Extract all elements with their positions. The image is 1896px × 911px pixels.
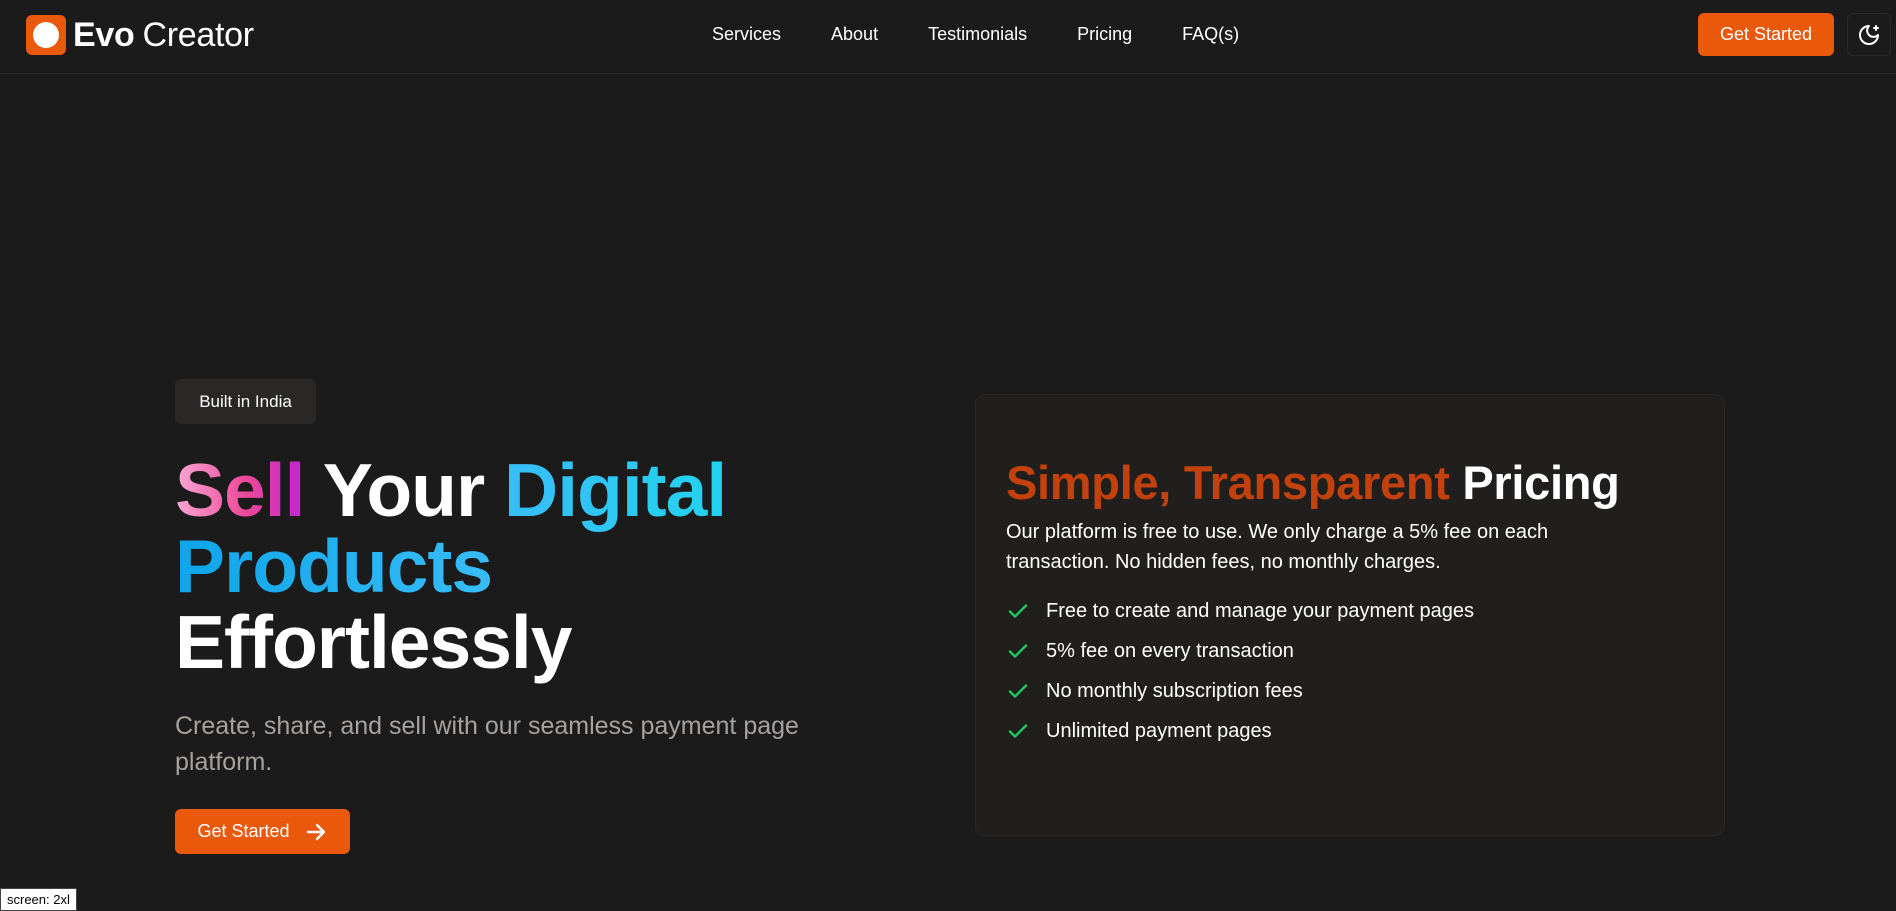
hero-cta-label: Get Started	[197, 821, 290, 841]
feature-text: Unlimited payment pages	[1046, 719, 1272, 742]
check-icon	[1008, 724, 1028, 738]
screen-size-indicator: screen: 2xl	[0, 888, 77, 911]
brand-name: Evo Creator	[73, 16, 254, 55]
theme-toggle-button[interactable]	[1847, 13, 1891, 56]
check-icon	[1008, 604, 1028, 618]
nav-link-testimonials[interactable]: Testimonials	[928, 24, 1027, 45]
list-item: No monthly subscription fees	[1006, 671, 1474, 711]
pricing-title-accent: Simple, Transparent	[1006, 456, 1450, 509]
moon-stars-icon	[1859, 24, 1879, 45]
arrow-right-icon	[306, 823, 325, 840]
feature-text: 5% fee on every transaction	[1046, 639, 1294, 662]
brand-name-regular: Creator	[142, 15, 254, 54]
nav-link-pricing[interactable]: Pricing	[1077, 24, 1132, 45]
hero-title: Sell Your Digital Products Effortlessly	[175, 452, 895, 680]
nav-link-faqs[interactable]: FAQ(s)	[1182, 24, 1239, 45]
pricing-description: Our platform is free to use. We only cha…	[1006, 521, 1549, 573]
nav-link-about[interactable]: About	[831, 24, 878, 45]
top-navbar: Evo Creator Services About Testimonials P…	[0, 0, 1896, 74]
pricing-title: Simple, Transparent Pricing	[1006, 455, 1620, 510]
check-icon	[1008, 644, 1028, 658]
get-started-button[interactable]: Get Started	[1698, 13, 1834, 56]
pricing-feature-list: Free to create and manage your payment p…	[1006, 591, 1474, 751]
hero-title-word-sell: Sell	[175, 448, 305, 532]
built-in-india-badge: Built in India	[175, 379, 316, 424]
pricing-card: Simple, Transparent Pricing Our platform…	[975, 394, 1725, 836]
nav-links: Services About Testimonials Pricing FAQ(…	[712, 24, 1289, 45]
hero-title-word-effortlessly: Effortlessly	[175, 600, 572, 684]
nav-link-services[interactable]: Services	[712, 24, 781, 45]
hero-subtitle: Create, share, and sell with our seamles…	[175, 712, 799, 776]
pricing-title-rest: Pricing	[1462, 456, 1620, 509]
feature-text: Free to create and manage your payment p…	[1046, 599, 1475, 622]
list-item: 5% fee on every transaction	[1006, 631, 1474, 671]
list-item: Free to create and manage your payment p…	[1006, 591, 1474, 631]
hero-title-word-products: Products	[175, 524, 493, 608]
brand-name-bold: Evo	[73, 15, 135, 54]
hero-title-word-digital: Digital	[504, 448, 727, 532]
list-item: Unlimited payment pages	[1006, 711, 1474, 751]
check-icon	[1008, 684, 1028, 698]
hero-title-word-your: Your	[322, 448, 485, 532]
feature-text: No monthly subscription fees	[1046, 679, 1303, 702]
hero-get-started-button[interactable]: Get Started	[175, 809, 350, 854]
logo-icon	[26, 15, 66, 55]
brand-logo-link[interactable]: Evo Creator	[26, 15, 254, 55]
